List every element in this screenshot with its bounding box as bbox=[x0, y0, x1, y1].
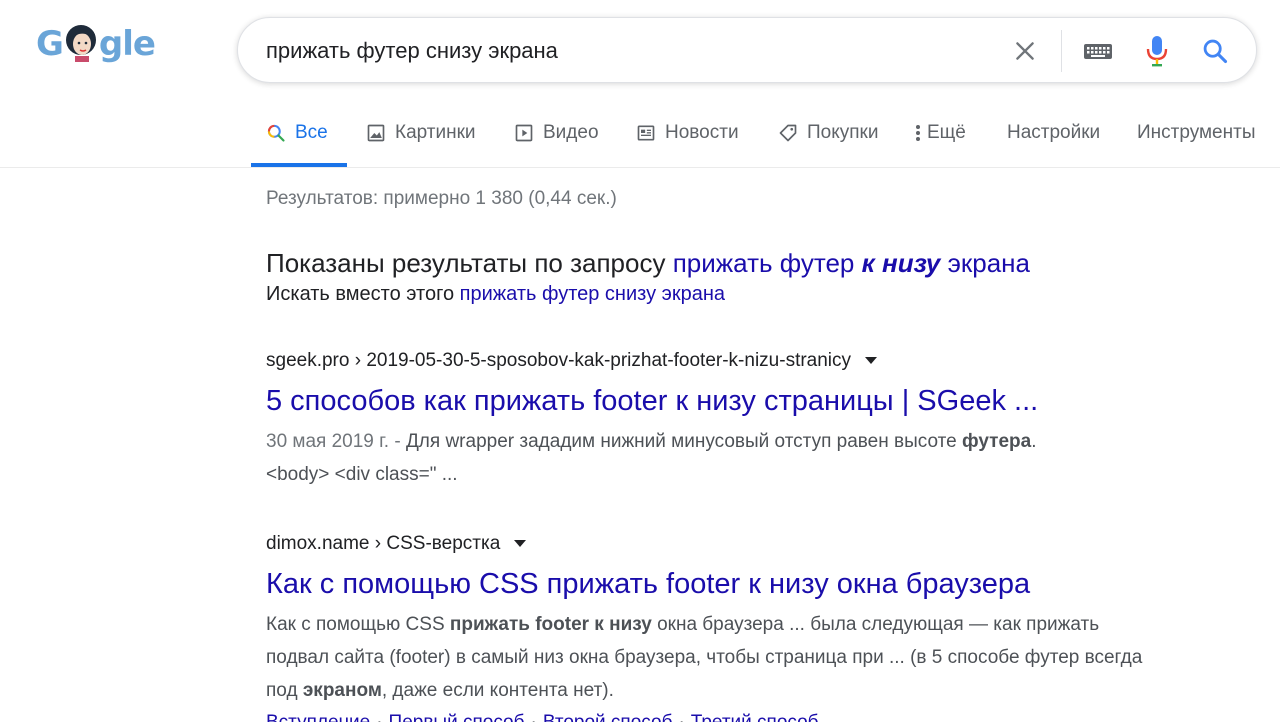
original-query-link[interactable]: прижать футер снизу экрана bbox=[460, 283, 725, 305]
google-doodle-logo[interactable]: Ggle bbox=[36, 24, 160, 74]
doodle-portrait-icon bbox=[59, 20, 103, 64]
tab-shopping-label: Покупки bbox=[807, 122, 879, 143]
result-title-link[interactable]: 5 способов как прижать footer к низу стр… bbox=[266, 383, 1146, 419]
active-tab-indicator bbox=[251, 163, 347, 167]
snippet-text: , даже если контента нет). bbox=[381, 680, 614, 701]
tab-video-label: Видео bbox=[543, 122, 599, 143]
snippet-highlight: прижать footer к низу bbox=[449, 614, 652, 635]
spelling-correction: Показаны результаты по запросу прижать ф… bbox=[266, 248, 1226, 306]
result-stats: Результатов: примерно 1 380 (0,44 сек.) bbox=[266, 188, 617, 209]
search-tabs: Все Картинки Видео Новости Покупки Ещё Н… bbox=[0, 100, 1280, 168]
sitelink-separator: · bbox=[530, 712, 536, 722]
tag-icon bbox=[779, 124, 797, 142]
search-icon[interactable] bbox=[1198, 34, 1232, 68]
corrected-part-c: экрана bbox=[947, 248, 1030, 278]
logo-letters-gl: gl bbox=[98, 24, 134, 64]
sitelink[interactable]: Второй способ bbox=[543, 712, 673, 722]
tab-all-label: Все bbox=[295, 122, 328, 143]
sitelink-separator: · bbox=[376, 712, 382, 722]
snippet-text: Для wrapper зададим нижний минусовый отс… bbox=[405, 431, 957, 452]
snippet-text: <body> <div class=" ... bbox=[266, 464, 458, 485]
search-instead-prefix: Искать вместо этого bbox=[266, 283, 455, 305]
corrected-part-a: прижать футер bbox=[672, 248, 855, 278]
result-cite: dimox.name › CSS-верстка bbox=[266, 530, 1146, 558]
sitelink-separator: · bbox=[678, 712, 684, 722]
image-icon bbox=[367, 124, 385, 142]
caret-down-icon[interactable] bbox=[865, 357, 878, 365]
tab-all[interactable]: Все bbox=[266, 100, 328, 166]
tab-more-label: Ещё bbox=[927, 122, 966, 143]
result-url: dimox.name › CSS-верстка bbox=[266, 533, 501, 554]
clear-icon[interactable] bbox=[1008, 34, 1042, 68]
sitelink[interactable]: Вступление bbox=[266, 712, 370, 722]
corrected-query-link[interactable]: прижать футер к низу экрана bbox=[673, 248, 1030, 278]
tab-images-label: Картинки bbox=[395, 122, 476, 143]
tab-more[interactable]: Ещё bbox=[914, 100, 966, 166]
sitelink[interactable]: Первый способ bbox=[389, 712, 525, 722]
search-icon bbox=[267, 124, 285, 142]
tab-video[interactable]: Видео bbox=[514, 100, 599, 166]
keyboard-icon[interactable] bbox=[1081, 34, 1115, 68]
microphone-icon[interactable] bbox=[1140, 34, 1174, 68]
result-cite: sgeek.pro › 2019-05-30-5-sposobov-kak-pr… bbox=[266, 347, 1146, 375]
snippet-text: Как с помощью CSS bbox=[266, 614, 445, 635]
sitelink[interactable]: Третий способ bbox=[691, 712, 819, 722]
tab-news[interactable]: Новости bbox=[636, 100, 739, 166]
tab-tools-label: Инструменты bbox=[1137, 122, 1256, 143]
logo-letter-e: e bbox=[132, 24, 156, 64]
result-url: sgeek.pro › 2019-05-30-5-sposobov-kak-pr… bbox=[266, 350, 852, 371]
tab-settings-label: Настройки bbox=[1007, 122, 1101, 143]
result-snippet: 30 мая 2019 г. - Для wrapper зададим ниж… bbox=[266, 425, 1146, 491]
showing-results-for: Показаны результаты по запросу прижать ф… bbox=[266, 248, 1226, 279]
showing-results-prefix: Показаны результаты по запросу bbox=[266, 248, 666, 278]
snippet-text: . bbox=[1031, 431, 1037, 452]
snippet-highlight: футера bbox=[961, 431, 1032, 452]
more-vert-icon bbox=[916, 125, 920, 141]
video-icon bbox=[515, 124, 533, 142]
search-instead-for: Искать вместо этого прижать футер снизу … bbox=[266, 283, 1226, 306]
search-result: dimox.name › CSS-верстка Как с помощью C… bbox=[266, 530, 1146, 722]
search-input[interactable] bbox=[266, 32, 986, 70]
search-box bbox=[237, 17, 1257, 83]
search-result: sgeek.pro › 2019-05-30-5-sposobov-kak-pr… bbox=[266, 347, 1146, 491]
result-snippet: Как с помощью CSS прижать footer к низу … bbox=[266, 608, 1146, 707]
corrected-part-b: к низу bbox=[861, 248, 941, 278]
snippet-highlight: экраном bbox=[302, 680, 382, 701]
result-sitelinks: Вступление · Первый способ · Второй способ · Т… bbox=[266, 707, 1146, 722]
tab-news-label: Новости bbox=[665, 122, 739, 143]
caret-down-icon[interactable] bbox=[514, 540, 527, 548]
result-title-link[interactable]: Как с помощью CSS прижать footer к низу … bbox=[266, 566, 1146, 602]
result-date: 30 мая 2019 г. - bbox=[266, 431, 401, 452]
search-results-page: Ggle Все Картинки Видео bbox=[0, 0, 1280, 722]
tab-images[interactable]: Картинки bbox=[366, 100, 476, 166]
search-box-divider bbox=[1061, 30, 1062, 72]
news-icon bbox=[637, 125, 655, 141]
tab-tools[interactable]: Инструменты bbox=[1137, 100, 1255, 166]
tab-shopping[interactable]: Покупки bbox=[778, 100, 878, 166]
tab-settings[interactable]: Настройки bbox=[1007, 100, 1100, 166]
